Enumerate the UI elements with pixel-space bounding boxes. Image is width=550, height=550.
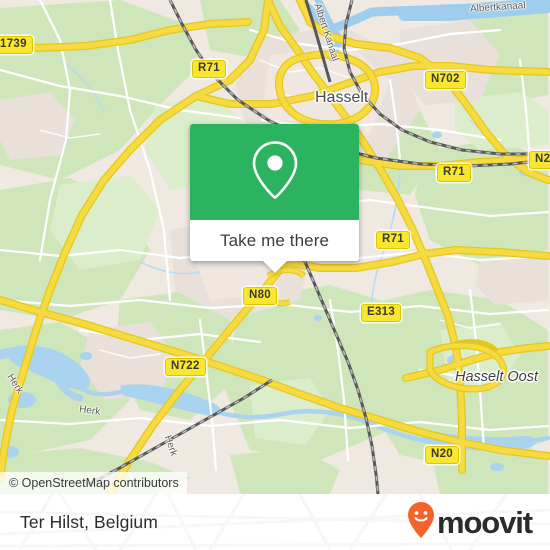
road-shield: 1739: [0, 36, 33, 54]
road-shield: N20: [425, 446, 459, 464]
card-pointer-tail: [261, 260, 288, 273]
osm-attribution[interactable]: © OpenStreetMap contributors: [0, 472, 187, 494]
card-cta-area[interactable]: Take me there: [190, 220, 359, 273]
moovit-brand[interactable]: moovit: [406, 501, 533, 544]
road-shield: N2: [529, 151, 550, 169]
place-title: Ter Hilst, Belgium: [20, 511, 158, 532]
moovit-wordmark: moovit: [436, 504, 533, 540]
take-me-there-label: Take me there: [219, 230, 330, 250]
road-shield: E313: [361, 304, 402, 322]
road-shield: N722: [165, 358, 206, 376]
footer-content: Ter Hilst, Belgium moovit: [0, 494, 550, 550]
map-label-hasselt-oost: Hasselt Oost: [455, 369, 538, 385]
take-me-there-card[interactable]: Take me there: [190, 124, 359, 273]
map-label-hasselt: Hasselt: [315, 89, 369, 106]
map-pin-icon: [249, 139, 301, 206]
screenshot-root: 1739 R71 N702 R71 N2 R71 N80 E313 N722 N…: [0, 0, 550, 550]
moovit-pin-smiley-icon: [406, 501, 436, 544]
road-shield: N80: [243, 287, 277, 305]
road-shield: R71: [437, 164, 471, 182]
map-canvas[interactable]: 1739 R71 N702 R71 N2 R71 N80 E313 N722 N…: [0, 0, 550, 494]
card-pin-area: [190, 124, 359, 220]
road-shield: N702: [425, 71, 466, 89]
road-shield: R71: [376, 231, 410, 249]
road-shield: R71: [192, 60, 226, 78]
footer-bar: Ter Hilst, Belgium moovit: [0, 494, 550, 550]
